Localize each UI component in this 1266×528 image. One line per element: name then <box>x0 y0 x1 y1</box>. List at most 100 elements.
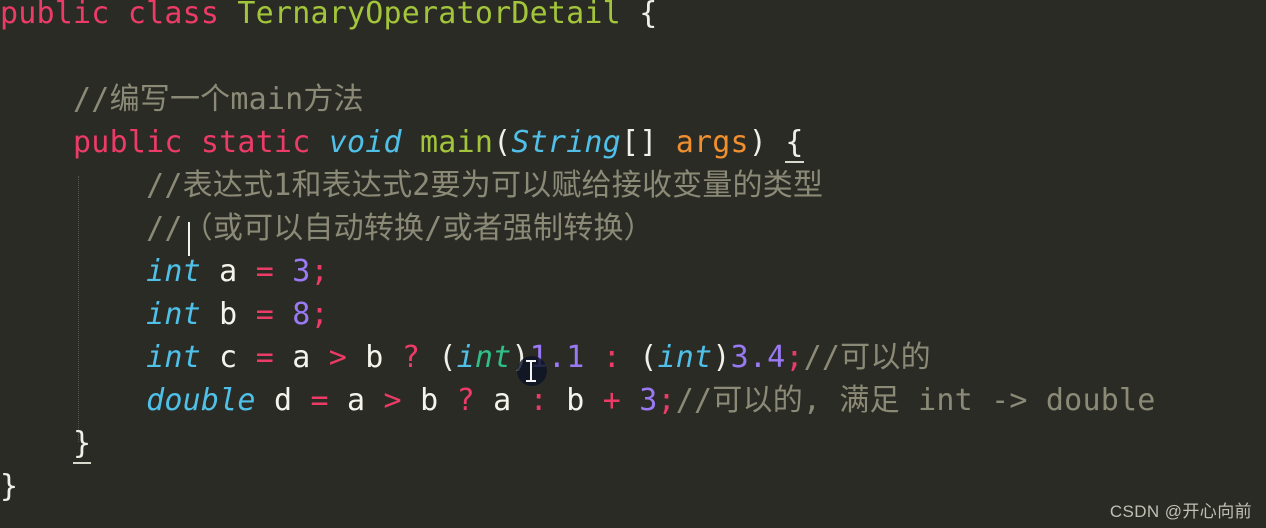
code-line-3[interactable]: //编写一个main方法 <box>0 78 1266 121</box>
token: int <box>146 340 201 375</box>
token: TernaryOperatorDetail <box>237 0 621 31</box>
token: = <box>310 383 329 418</box>
code-line-9[interactable]: int c = a > b ? (int)1.1 : (int)3.4;//可以… <box>0 336 1266 379</box>
code-editor[interactable]: public class TernaryOperatorDetail { //编… <box>0 0 1266 528</box>
token: b <box>566 383 585 418</box>
token: : <box>529 383 548 418</box>
token: ; <box>657 383 676 418</box>
token: = <box>255 340 274 375</box>
token: { <box>639 0 658 31</box>
code-line-7[interactable]: int a = 3; <box>0 250 1266 293</box>
token: i <box>456 340 475 375</box>
text-caret <box>188 222 190 256</box>
mouse-cursor-ibeam <box>517 356 547 386</box>
ibeam-icon <box>526 360 536 382</box>
token: double <box>146 383 256 418</box>
token: ) <box>748 125 768 160</box>
token: class <box>127 0 220 31</box>
token: public <box>0 0 110 31</box>
token: a <box>292 340 311 375</box>
token: } <box>0 469 19 504</box>
token: static <box>200 125 311 160</box>
token: int <box>657 340 713 375</box>
token: ? <box>456 383 475 418</box>
token: > <box>383 383 402 418</box>
code-line-12[interactable]: } <box>0 465 1266 508</box>
token: main <box>420 125 494 160</box>
token: ( <box>639 340 658 375</box>
token: a <box>493 383 512 418</box>
token: d <box>273 383 293 418</box>
token: int <box>146 254 201 289</box>
code-line-4[interactable]: public static void main(String[] args) { <box>0 121 1266 164</box>
token: args <box>675 125 749 160</box>
token: public <box>73 125 183 160</box>
token: b <box>365 340 384 375</box>
token: 3 <box>292 254 311 289</box>
token: 3.4 <box>730 340 786 375</box>
csdn-watermark: CSDN @开心向前 <box>1109 502 1252 521</box>
token: ; <box>310 297 329 332</box>
token: （或可以自动转换/或者强制转换） <box>182 211 654 246</box>
token: [] <box>620 125 658 160</box>
token: } <box>73 426 92 464</box>
token: : <box>602 340 621 375</box>
token: //编写一个main方法 <box>73 82 364 117</box>
token: c <box>219 340 238 375</box>
token: //表达式1和表达式2要为可以赋给接收变量的类型 <box>146 168 824 203</box>
token: nt <box>474 340 512 375</box>
token: a <box>219 254 238 289</box>
token: 3 <box>639 383 658 418</box>
token: //可以的 <box>803 340 931 375</box>
code-line-1[interactable]: public class TernaryOperatorDetail { <box>0 0 1266 35</box>
token: b <box>420 383 439 418</box>
code-line-5[interactable]: //表达式1和表达式2要为可以赋给接收变量的类型 <box>0 164 1266 207</box>
code-line-11[interactable]: } <box>0 422 1266 465</box>
token: a <box>347 383 366 418</box>
code-line-10[interactable]: double d = a > b ? a : b + 3;//可以的, 满足 i… <box>0 379 1266 422</box>
code-line-8[interactable]: int b = 8; <box>0 293 1266 336</box>
code-line-2[interactable] <box>0 35 1266 78</box>
token: ? <box>401 340 421 375</box>
token: // <box>146 211 183 246</box>
token: //可以的, 满足 int -> double <box>675 383 1156 418</box>
token: + <box>602 383 621 418</box>
token: b <box>219 297 238 332</box>
